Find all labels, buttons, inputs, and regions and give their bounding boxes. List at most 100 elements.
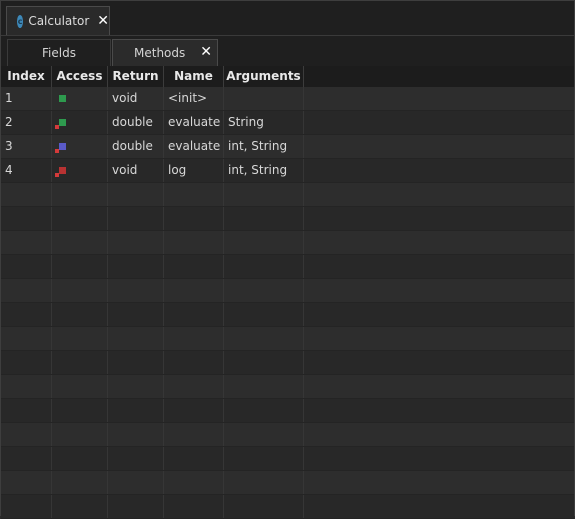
cell-access: [52, 207, 108, 230]
cell-index: 1: [1, 87, 52, 110]
table-row[interactable]: [1, 495, 574, 519]
cell-access: [52, 351, 108, 374]
header-index[interactable]: Index: [1, 66, 52, 87]
cell-index: [1, 303, 52, 326]
cell-name: [164, 471, 224, 494]
table-row[interactable]: [1, 399, 574, 423]
tab-fields[interactable]: Fields: [7, 39, 111, 66]
header-name[interactable]: Name: [164, 66, 224, 87]
cell-access: [52, 471, 108, 494]
table-row[interactable]: [1, 207, 574, 231]
cell-access: [52, 495, 108, 518]
calculator-tab[interactable]: c Calculator ✕: [6, 6, 110, 35]
cell-return: void: [108, 159, 164, 182]
cell-filler: [304, 423, 574, 446]
cell-access: [52, 159, 108, 182]
close-tab-icon[interactable]: ✕: [97, 14, 109, 28]
cell-index: [1, 207, 52, 230]
cell-name: [164, 327, 224, 350]
cell-filler: [304, 231, 574, 254]
cell-access: [52, 423, 108, 446]
cell-index: [1, 375, 52, 398]
cell-return: [108, 351, 164, 374]
cell-return: [108, 375, 164, 398]
cell-arguments: [224, 471, 304, 494]
table-row[interactable]: [1, 375, 574, 399]
cell-arguments: [224, 375, 304, 398]
static-modifier-icon: [55, 125, 59, 129]
close-methods-tab-icon[interactable]: ✕: [200, 44, 212, 60]
cell-filler: [304, 303, 574, 326]
cell-arguments: [224, 327, 304, 350]
cell-return: [108, 207, 164, 230]
table-row[interactable]: 4 void log int, String: [1, 159, 574, 183]
cell-index: [1, 399, 52, 422]
cell-return: [108, 495, 164, 518]
cell-filler: [304, 471, 574, 494]
cell-arguments: [224, 495, 304, 518]
cell-filler: [304, 255, 574, 278]
cell-filler: [304, 183, 574, 206]
header-access[interactable]: Access: [52, 66, 108, 87]
cell-return: [108, 327, 164, 350]
cell-access: [52, 135, 108, 158]
cell-access: [52, 231, 108, 254]
cell-filler: [304, 351, 574, 374]
cell-arguments: [224, 255, 304, 278]
cell-return: double: [108, 111, 164, 134]
cell-access: [52, 303, 108, 326]
cell-arguments: int, String: [224, 159, 304, 182]
cell-arguments: [224, 399, 304, 422]
table-row[interactable]: [1, 183, 574, 207]
cell-return: [108, 183, 164, 206]
cell-return: [108, 303, 164, 326]
access-private-static-icon: [59, 143, 66, 150]
cell-arguments: String: [224, 111, 304, 134]
cell-index: [1, 351, 52, 374]
cell-index: 4: [1, 159, 52, 182]
tab-methods[interactable]: Methods ✕: [112, 39, 218, 66]
cell-access: [52, 111, 108, 134]
table-row[interactable]: 3 double evaluate int, String: [1, 135, 574, 159]
cell-index: [1, 255, 52, 278]
cell-access: [52, 87, 108, 110]
table-row[interactable]: [1, 279, 574, 303]
cell-name: [164, 303, 224, 326]
table-row[interactable]: [1, 351, 574, 375]
table-row[interactable]: [1, 255, 574, 279]
table-row[interactable]: [1, 447, 574, 471]
header-return[interactable]: Return: [108, 66, 164, 87]
cell-index: [1, 447, 52, 470]
table-row[interactable]: [1, 327, 574, 351]
cell-access: [52, 327, 108, 350]
table-row[interactable]: 1 void <init>: [1, 87, 574, 111]
cell-arguments: [224, 279, 304, 302]
cell-filler: [304, 447, 574, 470]
table-row[interactable]: [1, 471, 574, 495]
cell-filler: [304, 375, 574, 398]
table-row[interactable]: [1, 231, 574, 255]
cell-access: [52, 375, 108, 398]
class-viewer-window: c Calculator ✕ Fields Methods ✕ Index Ac…: [0, 0, 575, 519]
static-modifier-icon: [55, 173, 59, 177]
cell-name: [164, 423, 224, 446]
cell-name: evaluate: [164, 135, 224, 158]
table-row[interactable]: [1, 423, 574, 447]
cell-filler: [304, 87, 574, 110]
cell-return: [108, 255, 164, 278]
access-private-static-icon: [59, 167, 66, 174]
cell-name: evaluate: [164, 111, 224, 134]
cell-access: [52, 279, 108, 302]
header-arguments[interactable]: Arguments: [224, 66, 304, 87]
table-row[interactable]: 2 double evaluate String: [1, 111, 574, 135]
cell-filler: [304, 159, 574, 182]
methods-table: Index Access Return Name Arguments 1 void…: [1, 66, 574, 519]
table-row[interactable]: [1, 303, 574, 327]
cell-arguments: [224, 231, 304, 254]
cell-index: [1, 423, 52, 446]
cell-access: [52, 255, 108, 278]
cell-arguments: [224, 447, 304, 470]
table-header: Index Access Return Name Arguments: [1, 66, 574, 87]
cell-index: [1, 231, 52, 254]
access-public-icon: [59, 95, 66, 102]
